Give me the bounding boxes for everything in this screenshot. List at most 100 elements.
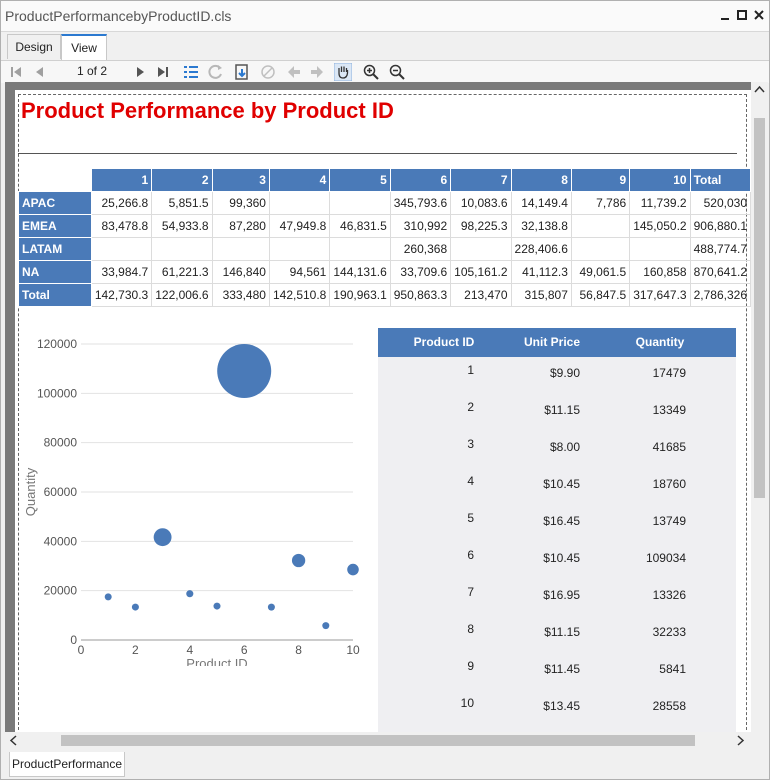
x-axis-label: Product ID xyxy=(186,656,247,666)
scroll-right-icon[interactable] xyxy=(737,735,745,746)
list-item: 4 $10.45 18760 xyxy=(378,468,736,505)
y-tick-label: 0 xyxy=(70,633,77,647)
crosstab-cell: 49,061.5 xyxy=(570,260,631,284)
quantity-value: 13349 xyxy=(652,403,686,417)
y-axis-label: Quantity xyxy=(23,467,38,516)
crosstab-row-header: NA xyxy=(18,260,92,284)
zoom-out-icon[interactable] xyxy=(388,63,406,81)
minimize-icon[interactable] xyxy=(717,7,733,23)
crosstab-cell: 11,739.2 xyxy=(629,191,691,215)
list-item: 9 $11.45 5841 xyxy=(378,653,736,690)
zoom-in-icon[interactable] xyxy=(362,63,380,81)
crosstab-column-header: 10 xyxy=(629,168,691,192)
x-tick-label: 0 xyxy=(78,643,85,657)
list-item: 6 $10.45 109034 xyxy=(378,542,736,579)
list-item: 10 $13.45 28558 xyxy=(378,690,736,727)
y-tick-label: 40000 xyxy=(44,534,78,548)
crosstab-cell: 213,470 xyxy=(450,283,512,307)
close-icon[interactable] xyxy=(751,7,767,23)
vertical-scrollbar[interactable] xyxy=(751,82,768,732)
forward-arrow-icon[interactable] xyxy=(308,63,326,81)
previous-page-icon[interactable] xyxy=(31,63,49,81)
quantity-value: 17479 xyxy=(652,366,686,380)
scroll-left-icon[interactable] xyxy=(9,735,17,746)
scatter-point xyxy=(217,344,272,399)
scatter-point xyxy=(213,602,221,610)
export-icon[interactable] xyxy=(233,63,251,81)
tab-design[interactable]: Design xyxy=(7,34,61,59)
x-tick-label: 6 xyxy=(241,643,248,657)
crosstab-cell xyxy=(268,191,331,215)
unit-price-value: $16.45 xyxy=(543,514,580,528)
crosstab-cell: 41,112.3 xyxy=(510,260,572,284)
crosstab-cell: 190,963.1 xyxy=(329,283,391,307)
crosstab-cell: 310,992 xyxy=(389,214,452,238)
crosstab-column-header: 5 xyxy=(329,168,391,192)
quantity-value: 18760 xyxy=(652,477,686,491)
crosstab-row-header: Total xyxy=(18,283,92,307)
first-page-icon[interactable] xyxy=(7,63,25,81)
x-tick-label: 2 xyxy=(132,643,139,657)
list-item: 8 $11.15 32233 xyxy=(378,616,736,653)
back-arrow-icon[interactable] xyxy=(285,63,303,81)
unit-price-value: $10.45 xyxy=(543,551,580,565)
quantity-value: 28558 xyxy=(652,699,686,713)
crosstab-cell: 61,221.3 xyxy=(151,260,213,284)
horizontal-scrollbar[interactable] xyxy=(5,732,751,749)
crosstab-cell: 10,083.6 xyxy=(450,191,512,215)
crosstab-cell: 99,360 xyxy=(211,191,270,215)
crosstab-cell: 5,851.5 xyxy=(151,191,213,215)
crosstab-cell: 94,561 xyxy=(268,260,331,284)
next-page-icon[interactable] xyxy=(131,63,149,81)
product-id-value: 9 xyxy=(467,659,474,673)
crosstab-row: EMEA 83,478.8 54,933.8 87,280 47,949.8 46,831… xyxy=(18,214,751,238)
crosstab-column-header: 8 xyxy=(510,168,572,192)
crosstab-column-header: 2 xyxy=(151,168,213,192)
crosstab-cell: 2,786,326 xyxy=(689,283,751,307)
crosstab-cell: 333,480 xyxy=(211,283,270,307)
tab-view[interactable]: View xyxy=(61,34,107,61)
x-tick-label: 4 xyxy=(186,643,193,657)
product-list-header: Product ID Unit Price Quantity xyxy=(378,328,736,357)
y-tick-label: 60000 xyxy=(44,485,78,499)
unit-price-value: $13.45 xyxy=(543,699,580,713)
scatter-point xyxy=(153,528,172,547)
crosstab-cell: 14,149.4 xyxy=(510,191,572,215)
last-page-icon[interactable] xyxy=(154,63,172,81)
product-id-value: 6 xyxy=(467,548,474,562)
quantity-value: 13326 xyxy=(652,588,686,602)
crosstab-cell: 56,847.5 xyxy=(570,283,631,307)
scatter-point xyxy=(104,593,112,601)
toc-list-icon[interactable] xyxy=(182,63,200,81)
product-id-value: 8 xyxy=(467,622,474,636)
crosstab-cell xyxy=(268,237,331,261)
crosstab-cell: 142,510.8 xyxy=(268,283,331,307)
crosstab-column-header: 3 xyxy=(211,168,270,192)
crosstab-cell xyxy=(90,237,153,261)
crosstab-row-header: EMEA xyxy=(18,214,92,238)
crosstab-cell xyxy=(570,237,631,261)
list-item: 1 $9.90 17479 xyxy=(378,357,736,394)
crosstab-cell: 46,831.5 xyxy=(329,214,391,238)
scroll-up-icon[interactable] xyxy=(754,85,765,93)
scatter-point xyxy=(267,603,275,611)
report-window: ProductPerformancebyProductID.cls Design… xyxy=(0,0,770,780)
hand-pan-icon[interactable] xyxy=(334,63,352,81)
maximize-icon[interactable] xyxy=(734,7,750,23)
crosstab-cell xyxy=(329,191,391,215)
bottom-tab-productperformance[interactable]: ProductPerformance xyxy=(9,752,125,777)
stop-icon[interactable] xyxy=(259,63,277,81)
crosstab-cell xyxy=(211,237,270,261)
scatter-point xyxy=(322,622,330,630)
crosstab-row-header: APAC xyxy=(18,191,92,215)
window-title: ProductPerformancebyProductID.cls xyxy=(5,8,232,24)
x-tick-label: 10 xyxy=(346,643,360,657)
vertical-scroll-thumb[interactable] xyxy=(754,118,765,498)
refresh-icon[interactable] xyxy=(207,63,225,81)
crosstab-cell: 144,131.6 xyxy=(329,260,391,284)
page-indicator: 1 of 2 xyxy=(76,64,108,78)
crosstab-row-header: LATAM xyxy=(18,237,92,261)
horizontal-scroll-thumb[interactable] xyxy=(61,735,695,746)
crosstab-cell xyxy=(329,237,391,261)
product-id-value: 1 xyxy=(467,363,474,377)
